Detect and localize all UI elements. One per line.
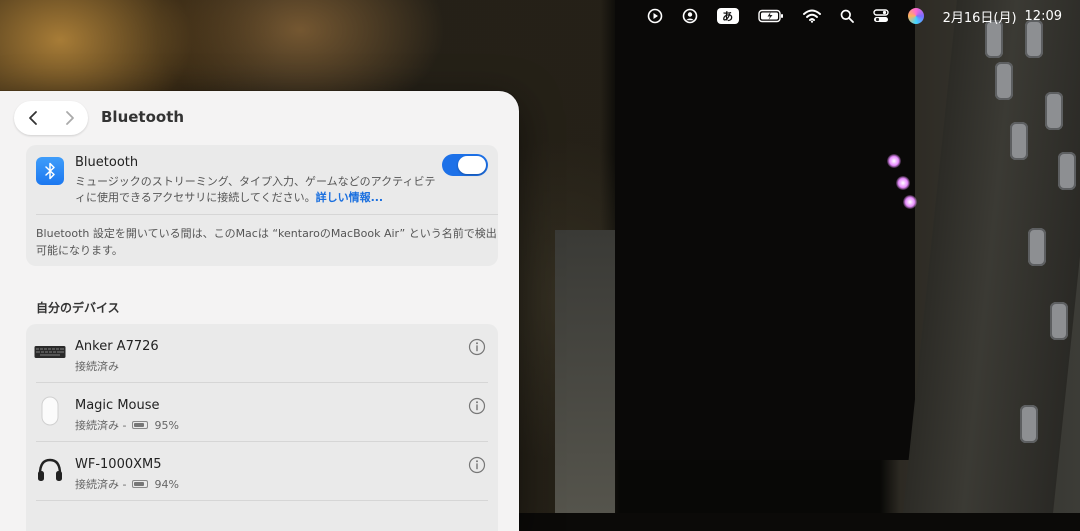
info-icon[interactable]	[468, 338, 486, 356]
device-status-text: 接続済み -	[75, 419, 127, 432]
info-icon[interactable]	[468, 397, 486, 415]
wallpaper-light	[896, 176, 910, 190]
device-row-anker[interactable]: Anker A7726 接続済み	[26, 324, 498, 383]
device-battery: 94%	[154, 477, 179, 491]
siri-orb	[907, 8, 924, 24]
device-row-wf-1000xm5[interactable]: WF-1000XM5 接続済み - 94%	[26, 442, 498, 501]
wallpaper-light	[903, 195, 917, 209]
wallpaper-car	[1028, 228, 1046, 266]
back-button[interactable]	[14, 101, 51, 135]
play-circle-icon[interactable]	[647, 8, 663, 24]
navigation-buttons	[14, 101, 88, 135]
battery-icon	[132, 421, 149, 429]
learn-more-link[interactable]: 詳しい情報...	[316, 191, 384, 204]
device-name: WF-1000XM5	[75, 457, 162, 472]
devices-list: Anker A7726 接続済み Magic Mouse 接続済み - 95%	[26, 324, 498, 531]
chevron-left-icon	[28, 111, 37, 125]
device-status-text: 接続済み -	[75, 478, 127, 491]
device-status: 接続済み	[75, 358, 119, 374]
control-center-icon[interactable]	[872, 9, 889, 23]
wifi-icon[interactable]	[802, 9, 821, 23]
ime-icon[interactable]: あ	[716, 8, 739, 24]
chevron-right-icon	[65, 111, 74, 125]
bluetooth-icon	[36, 157, 64, 185]
wallpaper-car	[1058, 152, 1076, 190]
wallpaper-road	[903, 0, 1080, 513]
device-battery: 95%	[154, 418, 179, 432]
keyboard-icon	[34, 338, 66, 366]
menu-bar: あ 2月16日(月) 12:09	[0, 0, 1080, 32]
user-circle-icon[interactable]	[682, 8, 698, 24]
wallpaper-car	[1045, 92, 1063, 130]
divider	[36, 214, 498, 215]
wallpaper-car	[1020, 405, 1038, 443]
device-row-magic-mouse[interactable]: Magic Mouse 接続済み - 95%	[26, 383, 498, 442]
wallpaper-car	[1010, 122, 1028, 160]
siri-icon[interactable]	[907, 8, 924, 24]
wallpaper-building-edge	[555, 230, 615, 513]
settings-window: Bluetooth Bluetooth ミュージックのストリーミング、タイプ入力…	[0, 91, 519, 531]
discoverable-note: Bluetooth 設定を開いている間は、このMacは “kentaroのMac…	[36, 227, 497, 257]
mouse-icon	[34, 396, 66, 426]
device-status-text: 接続済み	[75, 360, 119, 373]
search-icon[interactable]	[840, 9, 854, 23]
info-icon[interactable]	[468, 456, 486, 474]
menu-bar-time[interactable]: 12:09	[1025, 9, 1062, 24]
device-status: 接続済み - 94%	[75, 476, 179, 492]
battery-charging-icon[interactable]	[757, 9, 784, 23]
menu-bar-date[interactable]: 2月16日(月)	[943, 7, 1017, 26]
bluetooth-description: ミュージックのストリーミング、タイプ入力、ゲームなどのアクティビティに使用できる…	[75, 174, 445, 206]
headphones-icon	[34, 456, 66, 484]
toggle-knob	[458, 156, 486, 174]
wallpaper-light	[887, 154, 901, 168]
window-title: Bluetooth	[101, 108, 185, 126]
device-name: Magic Mouse	[75, 398, 160, 413]
bluetooth-label: Bluetooth	[75, 155, 139, 170]
device-status: 接続済み - 95%	[75, 417, 179, 433]
wallpaper-car	[995, 62, 1013, 100]
bluetooth-toggle[interactable]	[442, 154, 488, 176]
wallpaper-car	[1050, 302, 1068, 340]
my-devices-heading: 自分のデバイス	[36, 301, 120, 315]
wallpaper-building	[615, 0, 915, 460]
battery-icon	[132, 480, 149, 488]
divider	[36, 500, 488, 501]
device-name: Anker A7726	[75, 339, 159, 354]
forward-button[interactable]	[51, 101, 88, 135]
ime-label: あ	[716, 8, 739, 24]
